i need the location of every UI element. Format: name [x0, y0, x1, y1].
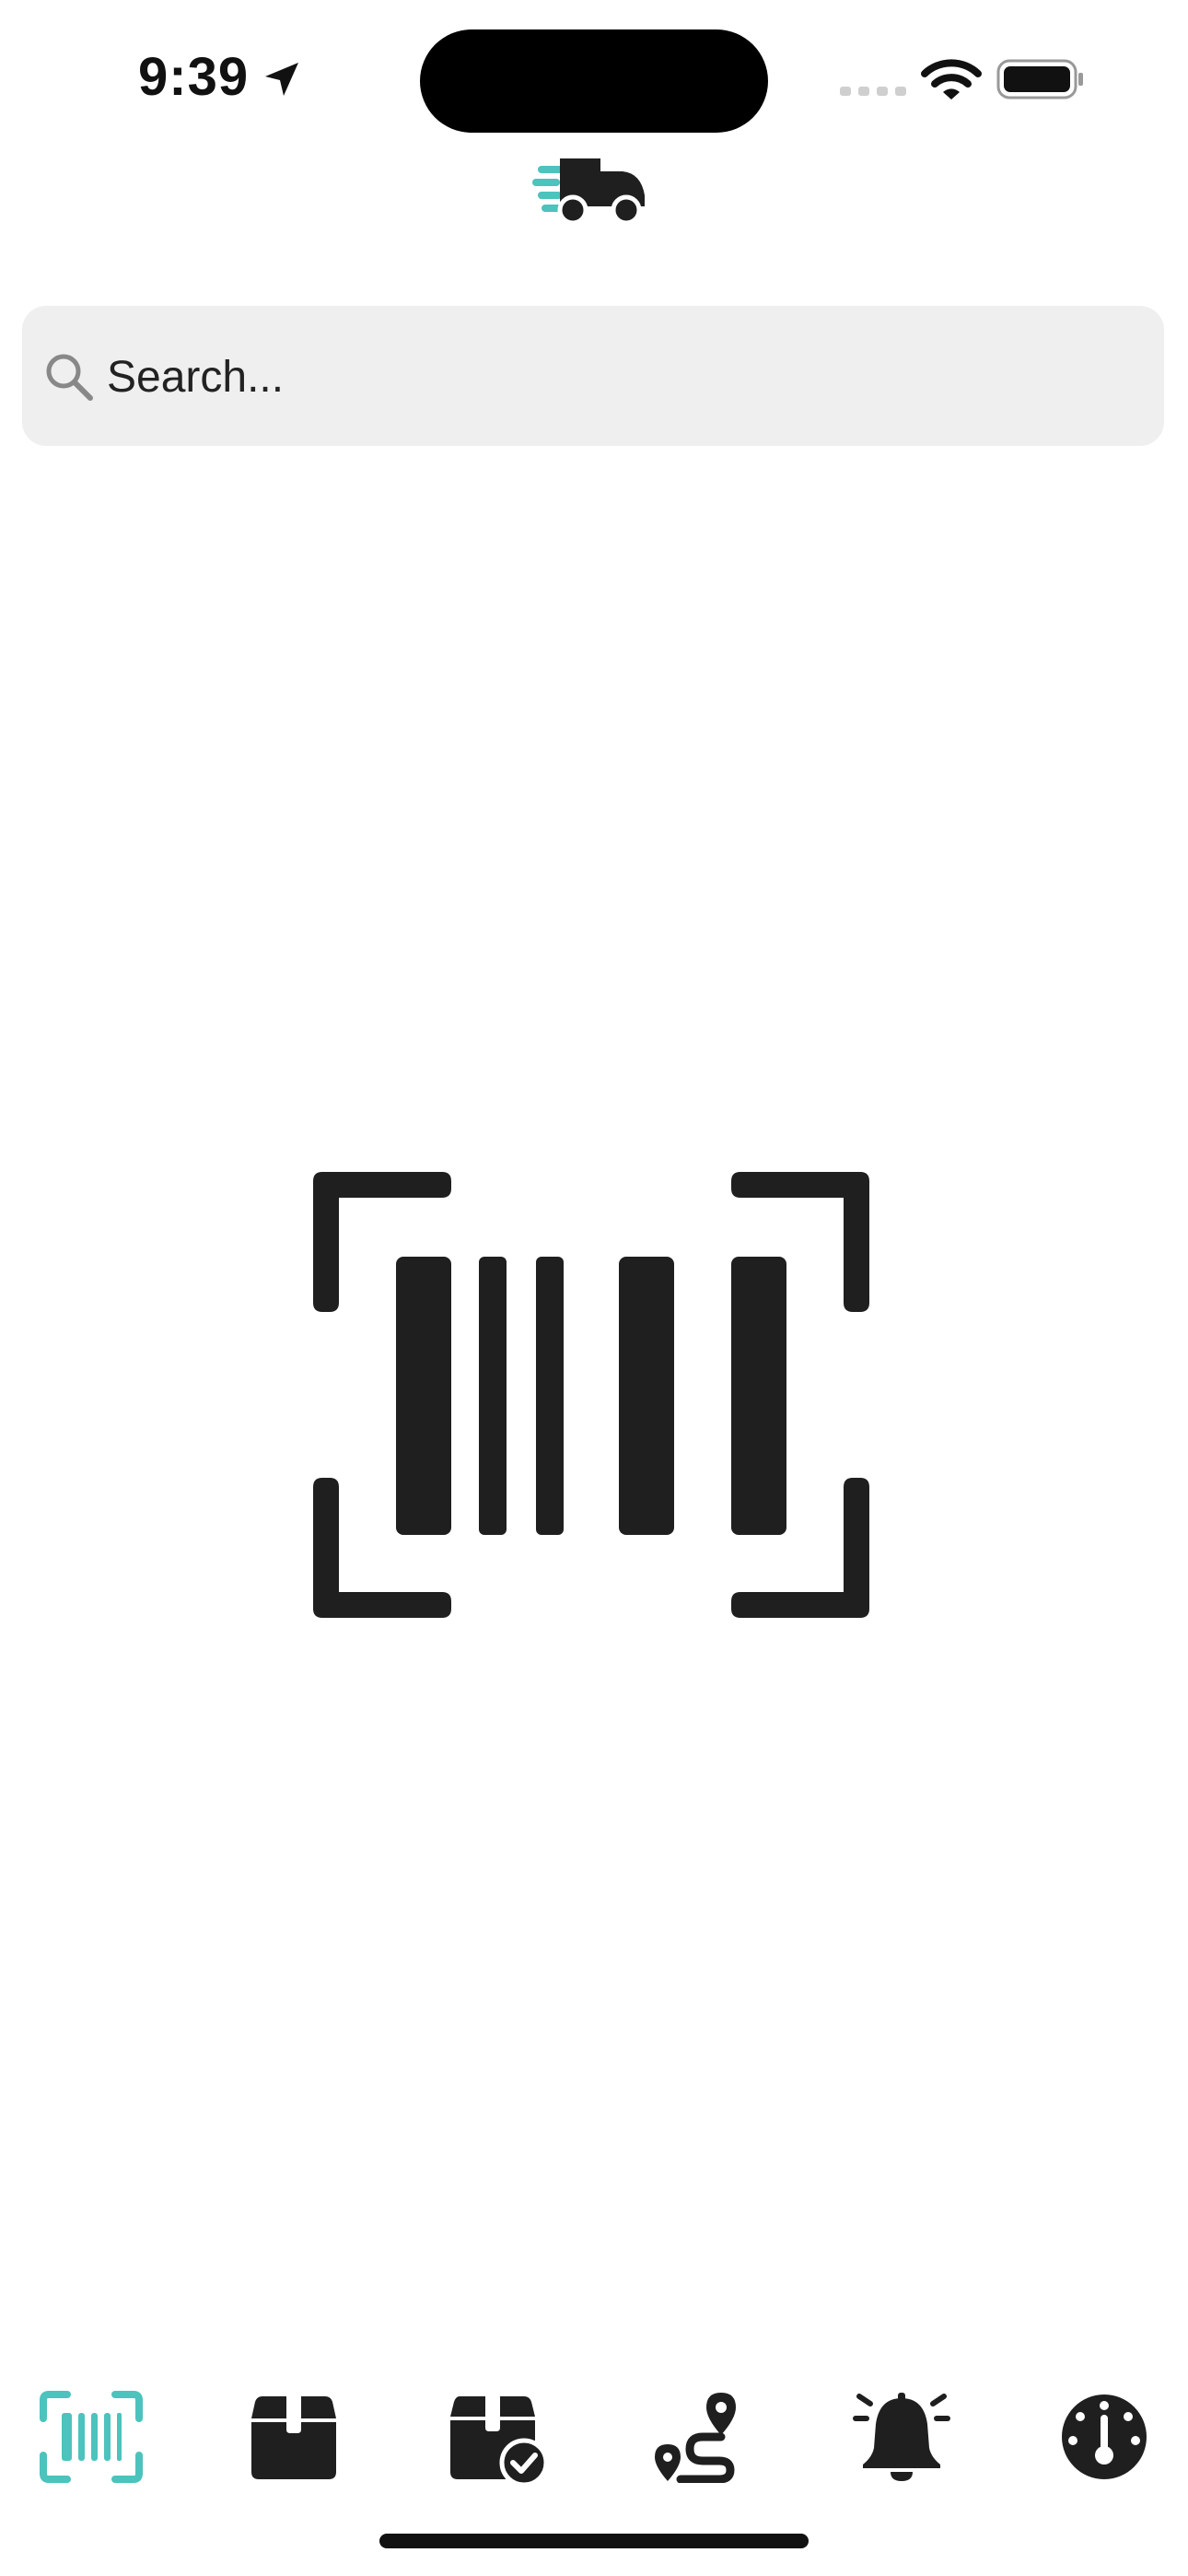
app-screen: 9:39	[0, 0, 1188, 2576]
tab-delivered[interactable]	[437, 2377, 556, 2497]
status-bar: 9:39	[0, 0, 1188, 157]
dynamic-island	[420, 29, 768, 133]
delivery-truck-icon	[532, 158, 645, 226]
tab-bar	[0, 2377, 1188, 2497]
package-check-icon	[450, 2396, 548, 2483]
package-icon	[251, 2396, 336, 2479]
tab-scan[interactable]	[31, 2377, 151, 2497]
tab-dashboard[interactable]	[1044, 2377, 1164, 2497]
home-indicator	[379, 2534, 809, 2548]
search-icon	[46, 354, 93, 401]
tab-alerts[interactable]	[842, 2377, 961, 2497]
tab-packages[interactable]	[234, 2377, 354, 2497]
location-arrow-icon	[265, 63, 298, 96]
wifi-icon	[921, 59, 982, 100]
tab-routes[interactable]	[639, 2377, 759, 2497]
status-time: 9:39	[138, 47, 250, 107]
barcode-scan-icon[interactable]	[313, 1172, 869, 1618]
alert-bell-icon	[853, 2393, 950, 2481]
battery-icon	[996, 59, 1083, 100]
gauge-icon	[1062, 2395, 1147, 2479]
cellular-signal-icon	[840, 87, 906, 96]
route-icon	[655, 2393, 736, 2483]
search-bar[interactable]	[22, 306, 1164, 446]
barcode-scan-icon	[40, 2391, 143, 2483]
search-input[interactable]	[105, 335, 1140, 418]
